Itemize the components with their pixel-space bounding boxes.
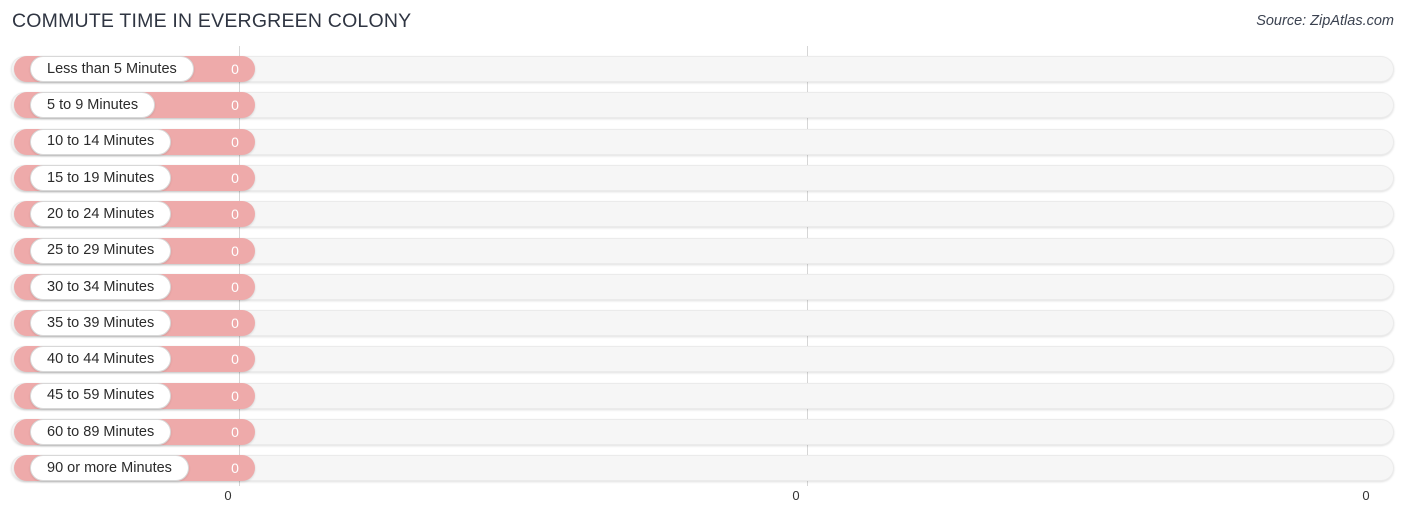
bar-row[interactable]: 25 to 29 Minutes 0 — [11, 237, 1394, 264]
bar-category-label: 45 to 59 Minutes — [47, 387, 155, 404]
axis-tick-label: 0 — [792, 488, 800, 503]
bar-row[interactable]: 60 to 89 Minutes 0 — [11, 419, 1394, 445]
bar-row[interactable]: 10 to 14 Minutes 0 — [11, 128, 1394, 155]
bar-row[interactable]: 20 to 24 Minutes 0 — [11, 201, 1394, 228]
bar-label-pill: 40 to 44 Minutes — [30, 346, 172, 373]
page-title: COMMUTE TIME IN EVERGREEN COLONY — [12, 10, 412, 32]
bar-label-pill: 25 to 29 Minutes — [30, 237, 172, 264]
bar-row[interactable]: 5 to 9 Minutes 0 — [11, 92, 1394, 119]
bar-row[interactable]: 30 to 34 Minutes 0 — [11, 273, 1394, 300]
bar-label-pill: 90 or more Minutes — [30, 455, 189, 482]
bar-value-label: 0 — [231, 315, 239, 332]
bar-category-label: 20 to 24 Minutes — [47, 205, 155, 222]
axis-tick-label: 0 — [1362, 488, 1370, 503]
bar-label-pill: 45 to 59 Minutes — [30, 382, 172, 409]
bar-category-label: 35 to 39 Minutes — [47, 314, 155, 331]
bar-row[interactable]: 15 to 19 Minutes 0 — [11, 164, 1394, 191]
bar-category-label: 90 or more Minutes — [47, 460, 172, 477]
bar-row[interactable]: Less than 5 Minutes 0 — [11, 56, 1394, 82]
bar-value-label: 0 — [231, 133, 239, 150]
axis-tick-label: 0 — [224, 488, 232, 503]
chart-header: COMMUTE TIME IN EVERGREEN COLONY Source:… — [0, 0, 1406, 46]
bar-value-label: 0 — [231, 351, 239, 368]
bar-value-label: 0 — [231, 206, 239, 223]
bar-value-label: 0 — [231, 97, 239, 114]
bar-label-pill: 60 to 89 Minutes — [30, 419, 172, 445]
bar-label-pill: 35 to 39 Minutes — [30, 310, 172, 337]
bar-category-label: 15 to 19 Minutes — [47, 169, 155, 186]
bar-row[interactable]: 45 to 59 Minutes 0 — [11, 382, 1394, 409]
bar-row[interactable]: 90 or more Minutes 0 — [11, 455, 1394, 482]
bar-category-label: 25 to 29 Minutes — [47, 242, 155, 259]
bar-label-pill: 10 to 14 Minutes — [30, 128, 172, 155]
bar-value-label: 0 — [231, 278, 239, 295]
bar-row[interactable]: 35 to 39 Minutes 0 — [11, 310, 1394, 337]
bar-category-label: Less than 5 Minutes — [47, 60, 177, 77]
bar-category-label: 10 to 14 Minutes — [47, 133, 155, 150]
bar-value-label: 0 — [231, 387, 239, 404]
plot-area: Less than 5 Minutes 0 5 to 9 Minutes 0 10 to… — [0, 46, 1406, 486]
bar-label-pill: 30 to 34 Minutes — [30, 273, 172, 300]
bar-value-label: 0 — [231, 61, 239, 77]
source-attribution: Source: ZipAtlas.com — [1256, 13, 1394, 29]
bar-category-label: 60 to 89 Minutes — [47, 423, 155, 440]
bar-value-label: 0 — [231, 242, 239, 259]
bar-row[interactable]: 40 to 44 Minutes 0 — [11, 346, 1394, 373]
bar-label-pill: 5 to 9 Minutes — [30, 92, 156, 119]
x-axis: 0 0 0 — [0, 486, 1406, 524]
bar-label-pill: 15 to 19 Minutes — [30, 164, 172, 191]
bar-label-pill: 20 to 24 Minutes — [30, 201, 172, 228]
bar-category-label: 40 to 44 Minutes — [47, 351, 155, 368]
bar-value-label: 0 — [231, 169, 239, 186]
bar-value-label: 0 — [231, 424, 239, 440]
bar-category-label: 5 to 9 Minutes — [47, 97, 139, 114]
bar-value-label: 0 — [231, 460, 239, 477]
bar-category-label: 30 to 34 Minutes — [47, 278, 155, 295]
bar-label-pill: Less than 5 Minutes — [30, 56, 194, 82]
